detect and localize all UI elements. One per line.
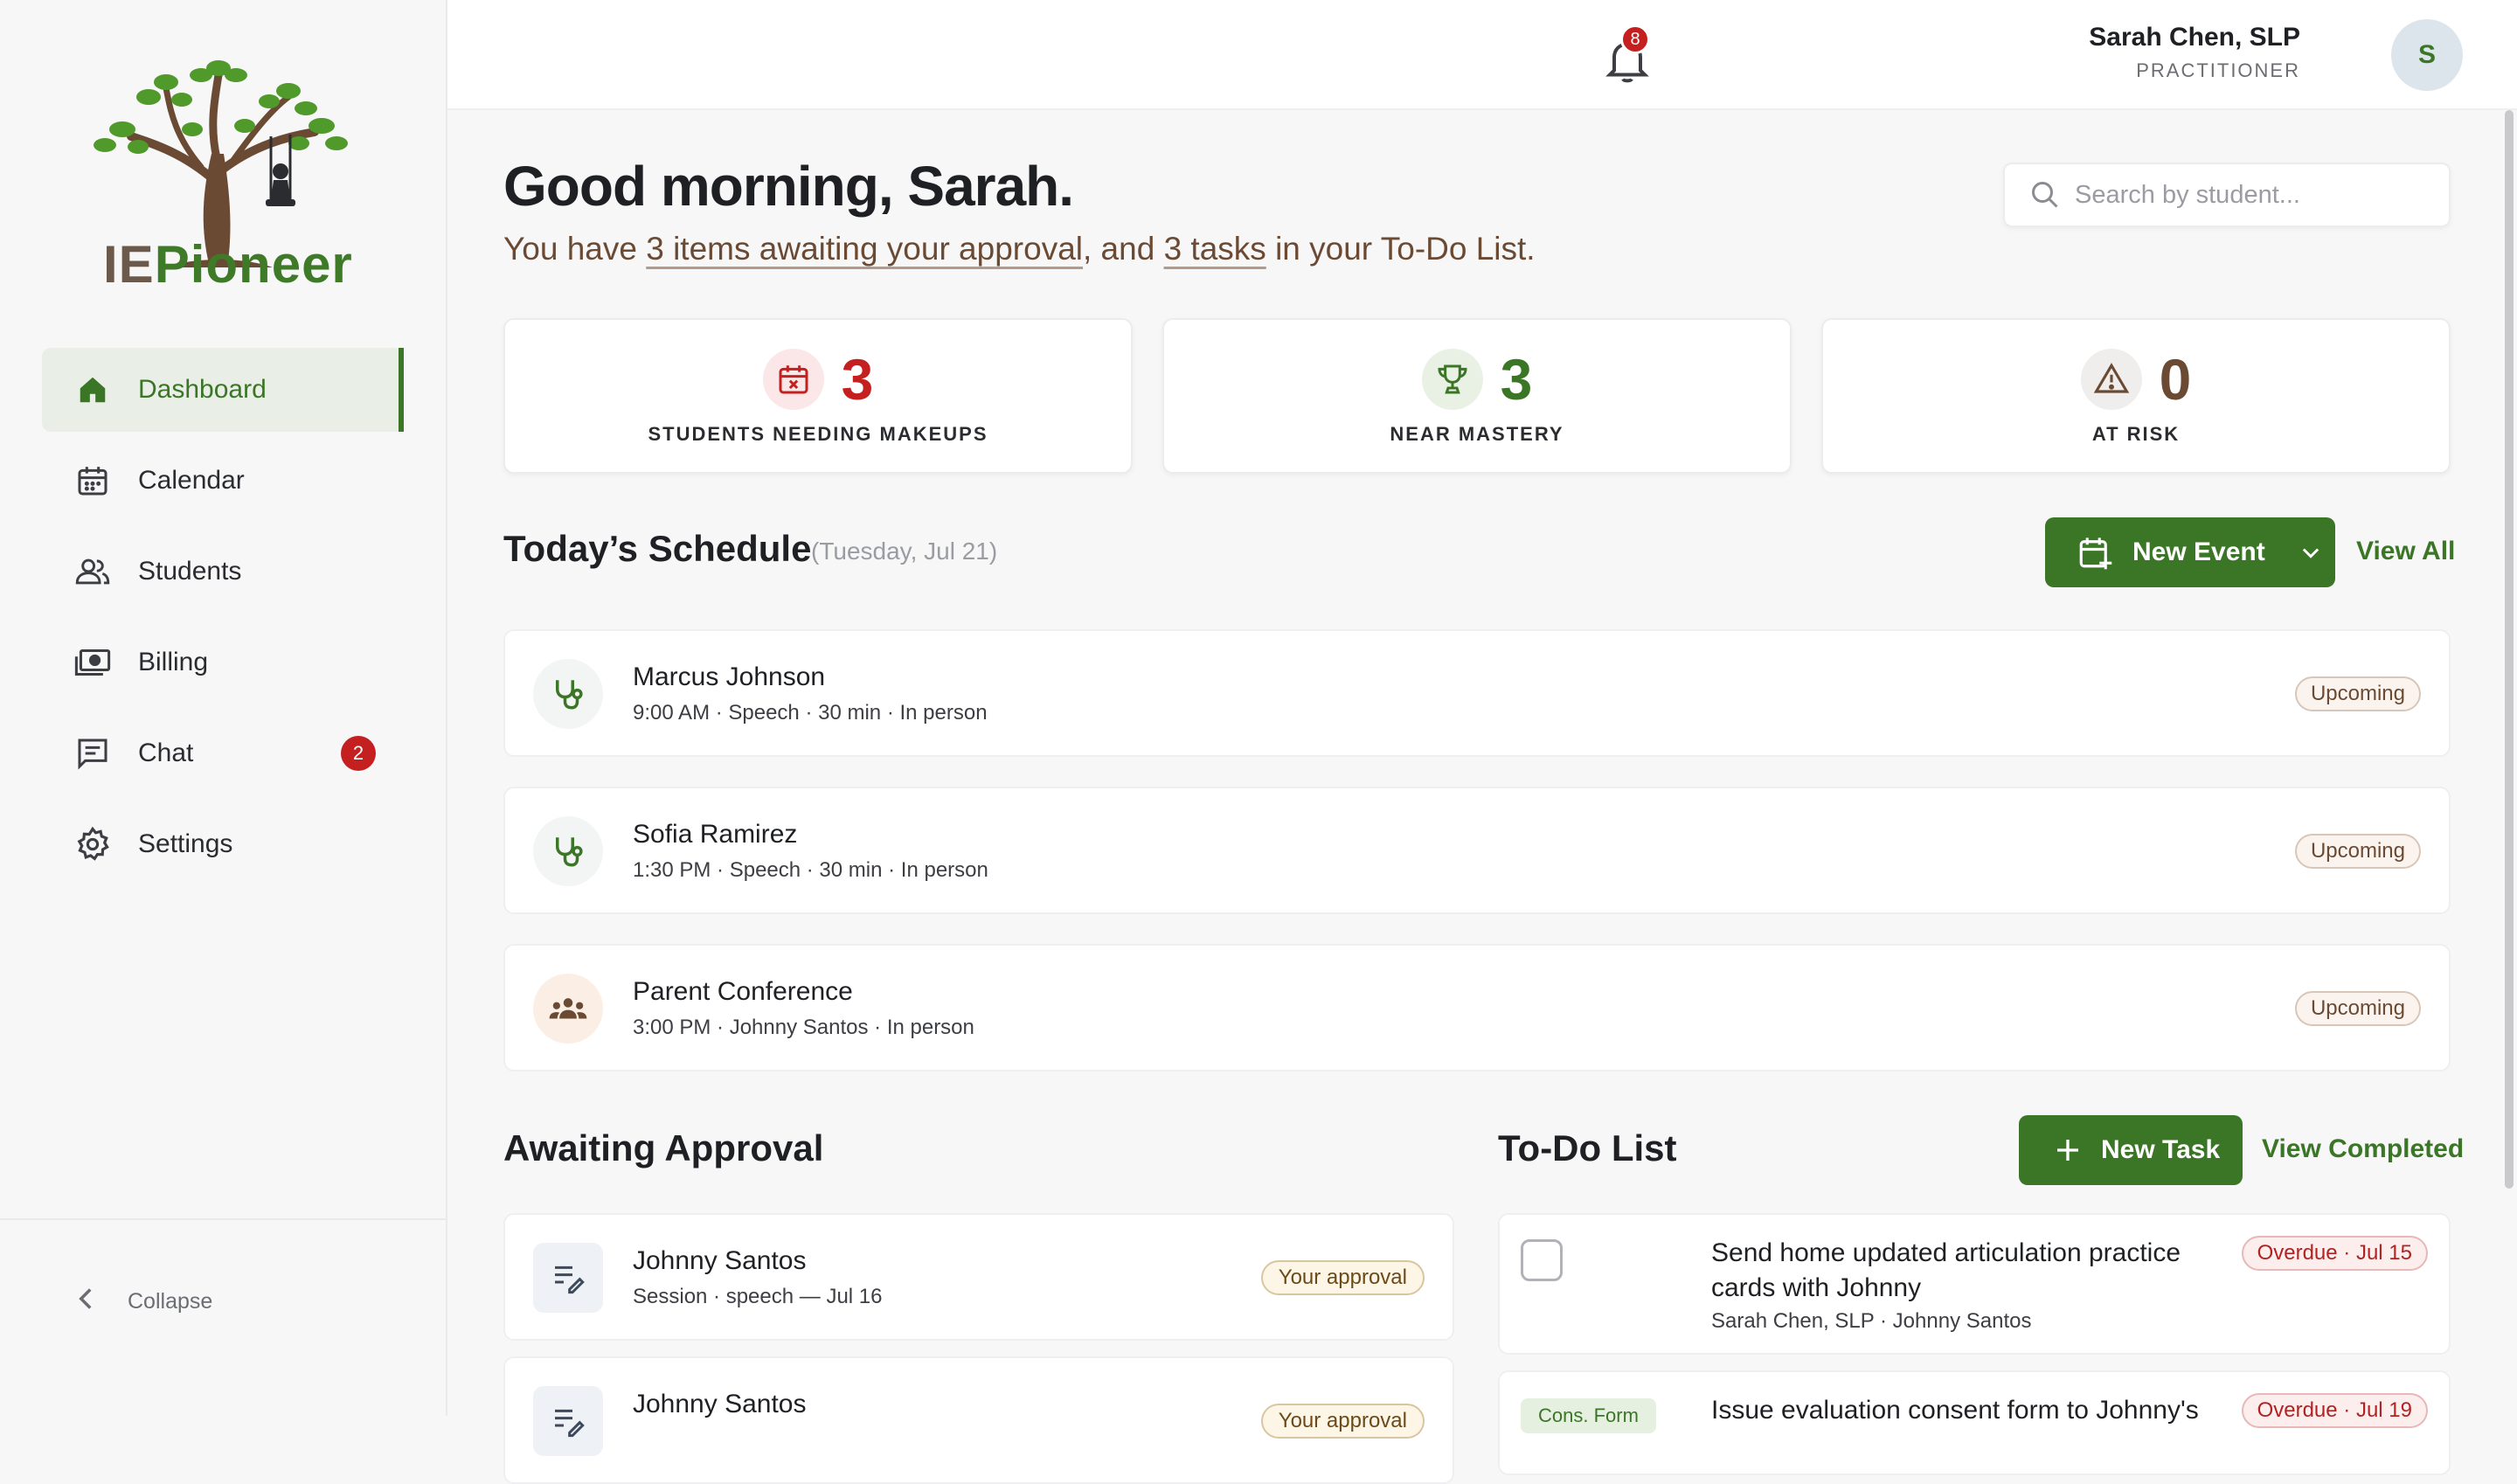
approval-student: Johnny Santos — [633, 1246, 807, 1275]
gear-icon — [73, 825, 112, 863]
tasks-link[interactable]: 3 tasks — [1164, 231, 1266, 267]
plus-icon — [2057, 1140, 2078, 1161]
search-input[interactable] — [2073, 179, 2423, 211]
notification-count-badge: 8 — [1620, 24, 1650, 54]
sidebar-divider — [0, 1218, 446, 1220]
stat-label: NEAR MASTERY — [1390, 423, 1564, 445]
event-details: 9:00 AM · Speech · 30 min · In person — [633, 701, 988, 725]
stat-value: 0 — [2159, 347, 2192, 412]
sidebar-item-label: Calendar — [138, 466, 245, 495]
calendar-x-icon — [762, 349, 824, 410]
sidebar-item-students[interactable]: Students — [42, 530, 404, 614]
edit-note-icon — [533, 1243, 603, 1313]
status-badge: Overdue · Jul 19 — [2241, 1393, 2428, 1428]
status-badge: Your approval — [1260, 1260, 1425, 1295]
sidebar: IEPioneer Dashboard Calendar Students Bi… — [0, 0, 447, 1416]
approval-items-link[interactable]: 3 items awaiting your approval — [646, 231, 1083, 267]
stat-label: STUDENTS NEEDING MAKEUPS — [648, 423, 988, 445]
approval-details: Session · speech — Jul 16 — [633, 1285, 883, 1308]
edit-note-icon — [533, 1386, 603, 1456]
sidebar-item-dashboard[interactable]: Dashboard — [42, 348, 404, 432]
event-title: Parent Conference — [633, 977, 853, 1006]
view-completed-link[interactable]: View Completed — [2262, 1134, 2464, 1164]
calendar-icon — [73, 461, 112, 500]
stat-value: 3 — [1500, 347, 1533, 412]
search-icon — [2032, 182, 2058, 208]
stat-card-at-risk[interactable]: 0 AT RISK — [1821, 318, 2451, 474]
sidebar-item-calendar[interactable]: Calendar — [42, 439, 404, 523]
status-badge: Upcoming — [2294, 834, 2421, 869]
user-name: Sarah Chen, SLP — [2089, 23, 2300, 52]
schedule-title: Today’s Schedule — [503, 528, 812, 569]
greeting-summary: You have 3 items awaiting your approval,… — [503, 231, 1536, 267]
group-icon — [533, 974, 603, 1044]
new-task-label: New Task — [2101, 1135, 2221, 1164]
status-badge: Overdue · Jul 15 — [2241, 1236, 2428, 1271]
event-title: Marcus Johnson — [633, 662, 826, 691]
schedule-date: (Tuesday, Jul 21) — [811, 537, 998, 565]
sidebar-nav: Dashboard Calendar Students Billing Chat… — [42, 348, 404, 893]
sidebar-item-label: Billing — [138, 648, 209, 676]
sidebar-item-label: Students — [138, 557, 242, 586]
avatar[interactable]: S — [2391, 19, 2463, 91]
schedule-event[interactable]: Parent Conference 3:00 PM · Johnny Santo… — [503, 944, 2451, 1071]
event-title: Sofia Ramirez — [633, 820, 798, 849]
trophy-icon — [1421, 349, 1483, 410]
brand-name: IEPioneer — [103, 235, 353, 294]
users-icon — [73, 552, 112, 591]
new-event-button[interactable]: New Event — [2045, 517, 2335, 587]
sidebar-item-chat[interactable]: Chat 2 — [42, 711, 404, 795]
home-icon — [73, 371, 112, 409]
new-task-button[interactable]: New Task — [2019, 1115, 2243, 1185]
chat-icon — [73, 734, 112, 773]
todo-item[interactable]: Cons. Form Issue evaluation consent form… — [1498, 1370, 2451, 1475]
collapse-label: Collapse — [128, 1289, 213, 1314]
sidebar-item-label: Settings — [138, 829, 233, 858]
todo-title: To-Do List — [1498, 1127, 1677, 1168]
money-icon — [73, 643, 112, 682]
approval-item[interactable]: Johnny Santos Your approval — [503, 1356, 1454, 1484]
todo-title-text: Issue evaluation consent form to Johnny'… — [1711, 1396, 2199, 1425]
sidebar-item-label: Dashboard — [138, 375, 267, 404]
stat-value: 3 — [841, 347, 874, 412]
todo-tag: Cons. Form — [1521, 1398, 1656, 1433]
event-details: 1:30 PM · Speech · 30 min · In person — [633, 858, 988, 882]
stethoscope-icon — [533, 659, 603, 729]
status-badge: Your approval — [1260, 1404, 1425, 1439]
todo-item[interactable]: Send home updated articulation practice … — [1498, 1213, 2451, 1355]
new-event-label: New Event — [2132, 537, 2265, 566]
approval-item[interactable]: Johnny Santos Session · speech — Jul 16 … — [503, 1213, 1454, 1341]
status-badge: Upcoming — [2294, 991, 2421, 1026]
view-all-link[interactable]: View All — [2356, 537, 2455, 566]
chat-unread-badge: 2 — [341, 736, 376, 771]
stat-label: AT RISK — [2091, 423, 2181, 445]
todo-title-text: Send home updated articulation practice … — [1711, 1238, 2181, 1302]
stat-card-makeups[interactable]: 3 STUDENTS NEEDING MAKEUPS — [503, 318, 1133, 474]
schedule-event[interactable]: Marcus Johnson 9:00 AM · Speech · 30 min… — [503, 629, 2451, 757]
schedule-event[interactable]: Sofia Ramirez 1:30 PM · Speech · 30 min … — [503, 787, 2451, 914]
page-title: Good morning, Sarah. — [503, 155, 1074, 218]
status-badge: Upcoming — [2294, 676, 2421, 711]
collapse-button[interactable]: Collapse — [77, 1286, 212, 1317]
sidebar-item-settings[interactable]: Settings — [42, 802, 404, 886]
todo-meta: Sarah Chen, SLP · Johnny Santos — [1711, 1309, 2032, 1333]
user-role: PRACTITIONER — [2136, 59, 2300, 81]
search-box[interactable] — [2003, 163, 2451, 227]
chevron-down-icon[interactable] — [2299, 540, 2323, 565]
scrollbar[interactable] — [2505, 110, 2514, 1189]
approval-student: Johnny Santos — [633, 1390, 807, 1418]
todo-checkbox[interactable] — [1521, 1239, 1563, 1281]
stethoscope-icon — [533, 816, 603, 886]
sidebar-item-label: Chat — [138, 739, 194, 767]
top-bar — [447, 0, 2517, 110]
calendar-plus-icon — [2079, 537, 2112, 570]
chevron-left-icon — [77, 1286, 103, 1317]
approval-title: Awaiting Approval — [503, 1127, 824, 1168]
sidebar-item-billing[interactable]: Billing — [42, 621, 404, 704]
stat-card-near-mastery[interactable]: 3 NEAR MASTERY — [1162, 318, 1792, 474]
warning-icon — [2080, 349, 2142, 410]
event-details: 3:00 PM · Johnny Santos · In person — [633, 1016, 974, 1039]
